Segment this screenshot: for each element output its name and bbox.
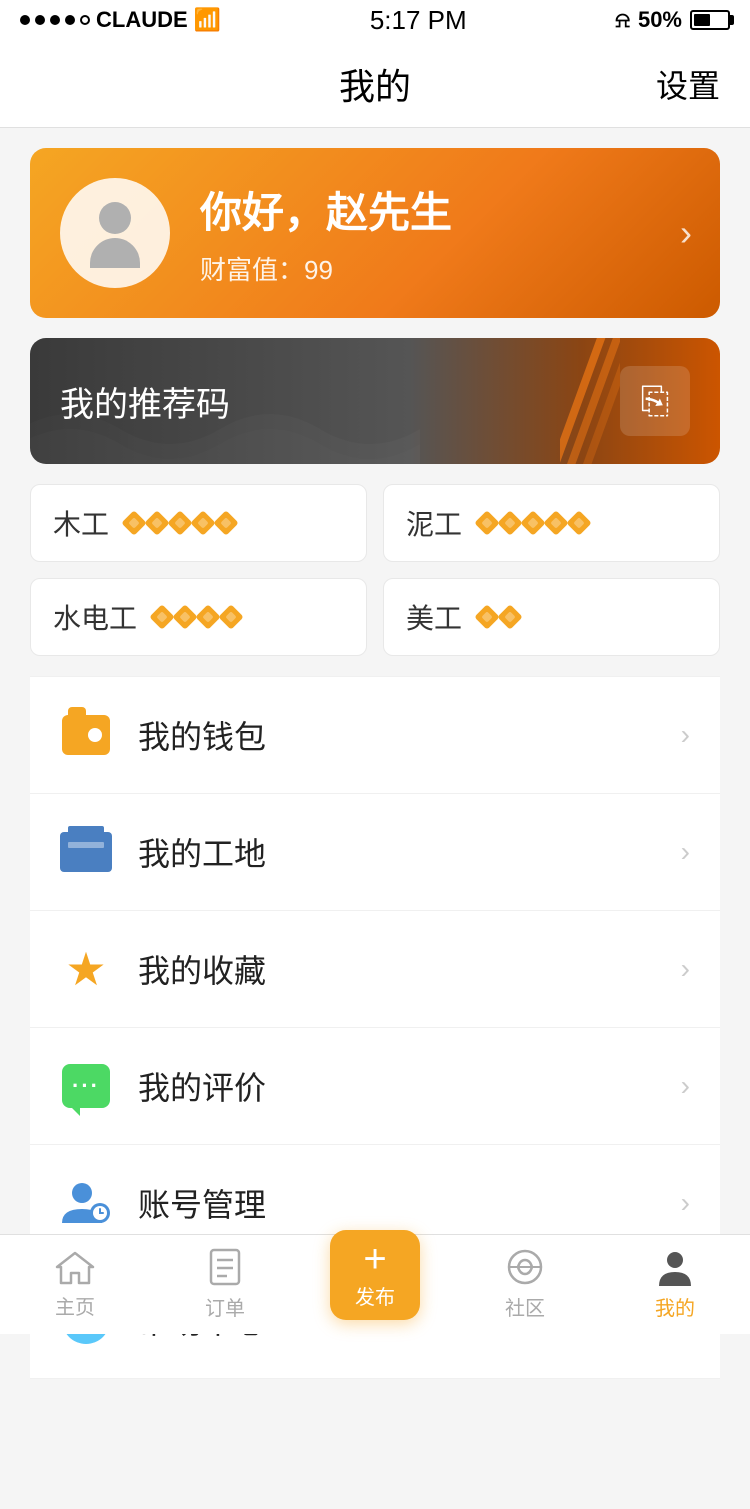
account-icon bbox=[60, 1177, 112, 1229]
diamond bbox=[497, 604, 522, 629]
status-bar: CLAUDE 📶 5:17 PM ⍾ 50% bbox=[0, 0, 750, 40]
copy-icon-box[interactable]: ⎘ bbox=[620, 366, 690, 436]
diamond bbox=[474, 604, 499, 629]
skill-rating-0 bbox=[125, 514, 235, 532]
tab-community-label: 社区 bbox=[505, 1292, 545, 1321]
mine-icon bbox=[657, 1248, 693, 1286]
community-icon bbox=[506, 1248, 544, 1286]
bluetooth-icon: ⍾ bbox=[615, 7, 630, 33]
tab-community[interactable]: 社区 bbox=[450, 1248, 600, 1321]
profile-wealth: 财富值：99 bbox=[200, 250, 690, 287]
menu-item-wallet[interactable]: 我的钱包 › bbox=[30, 676, 720, 794]
reviews-arrow-icon: › bbox=[681, 1070, 690, 1102]
diamond bbox=[543, 510, 568, 535]
tab-mine-label: 我的 bbox=[655, 1292, 695, 1321]
status-right: ⍾ 50% bbox=[615, 7, 730, 33]
settings-button[interactable]: 设置 bbox=[656, 61, 720, 107]
avatar-person bbox=[80, 198, 150, 268]
referral-card[interactable]: 我的推荐码 ⎘ bbox=[30, 338, 720, 464]
nav-bar: 我的 设置 bbox=[0, 40, 750, 128]
diamond bbox=[195, 604, 220, 629]
tab-home-label: 主页 bbox=[55, 1291, 95, 1320]
account-svg bbox=[60, 1177, 112, 1229]
chat-bubble bbox=[62, 1064, 110, 1108]
menu-label-wallet: 我的钱包 bbox=[138, 712, 681, 758]
diamond bbox=[121, 510, 146, 535]
menu-label-site: 我的工地 bbox=[138, 829, 681, 875]
diamond bbox=[190, 510, 215, 535]
skill-item-0[interactable]: 木工 bbox=[30, 484, 367, 562]
skill-rating-1 bbox=[478, 514, 588, 532]
avatar-head bbox=[99, 202, 131, 234]
avatar bbox=[60, 178, 170, 288]
star-symbol: ★ bbox=[65, 942, 106, 996]
diamond bbox=[149, 604, 174, 629]
menu-label-reviews: 我的评价 bbox=[138, 1063, 681, 1109]
diamond bbox=[144, 510, 169, 535]
menu-item-reviews[interactable]: 我的评价 › bbox=[30, 1028, 720, 1145]
diamond bbox=[172, 604, 197, 629]
signal-dots bbox=[20, 15, 90, 25]
wallet-icon bbox=[60, 709, 112, 761]
diamond bbox=[474, 510, 499, 535]
site-arrow-icon: › bbox=[681, 836, 690, 868]
menu-label-favorites: 我的收藏 bbox=[138, 946, 681, 992]
account-arrow-icon: › bbox=[681, 1187, 690, 1219]
publish-plus-icon: + bbox=[363, 1239, 386, 1279]
tab-mine[interactable]: 我的 bbox=[600, 1248, 750, 1321]
diamond bbox=[566, 510, 591, 535]
skill-rating-2 bbox=[153, 608, 240, 626]
skill-item-3[interactable]: 美工 bbox=[383, 578, 720, 656]
referral-label: 我的推荐码 bbox=[60, 377, 230, 426]
diamond bbox=[213, 510, 238, 535]
profile-arrow-icon: › bbox=[680, 212, 692, 254]
skill-rating-3 bbox=[478, 608, 519, 626]
diamond bbox=[497, 510, 522, 535]
profile-card[interactable]: 你好，赵先生 财富值：99 › bbox=[30, 148, 720, 318]
profile-name: 你好，赵先生 bbox=[200, 179, 690, 240]
avatar-body bbox=[90, 238, 140, 268]
favorites-arrow-icon: › bbox=[681, 953, 690, 985]
orders-icon bbox=[207, 1248, 243, 1286]
tab-publish[interactable]: + 发布 bbox=[300, 1250, 450, 1320]
battery-percent: 50% bbox=[638, 7, 682, 33]
menu-item-site[interactable]: 我的工地 › bbox=[30, 794, 720, 911]
skill-name-2: 水电工 bbox=[53, 597, 137, 637]
carrier-label: CLAUDE bbox=[96, 7, 188, 33]
diamond bbox=[520, 510, 545, 535]
tab-bar: 主页 订单 + 发布 社区 我的 bbox=[0, 1234, 750, 1334]
wealth-label: 财富值： bbox=[200, 255, 304, 285]
menu-label-account: 账号管理 bbox=[138, 1180, 681, 1226]
profile-info: 你好，赵先生 财富值：99 bbox=[200, 179, 690, 287]
copy-icon: ⎘ bbox=[641, 380, 670, 423]
diamond bbox=[218, 604, 243, 629]
tab-publish-label: 发布 bbox=[355, 1281, 395, 1310]
publish-button[interactable]: + 发布 bbox=[330, 1230, 420, 1320]
battery-icon bbox=[690, 10, 730, 30]
chat-icon bbox=[60, 1060, 112, 1112]
star-icon: ★ bbox=[60, 943, 112, 995]
status-time: 5:17 PM bbox=[370, 5, 467, 36]
wallet-arrow-icon: › bbox=[681, 719, 690, 751]
skills-grid: 木工 泥工 水电工 bbox=[30, 484, 720, 656]
wealth-value: 99 bbox=[304, 255, 333, 285]
skill-name-1: 泥工 bbox=[406, 503, 462, 543]
skill-item-2[interactable]: 水电工 bbox=[30, 578, 367, 656]
home-icon bbox=[55, 1249, 95, 1285]
tab-orders-label: 订单 bbox=[205, 1292, 245, 1321]
skill-name-0: 木工 bbox=[53, 503, 109, 543]
status-left: CLAUDE 📶 bbox=[20, 7, 221, 33]
tab-home[interactable]: 主页 bbox=[0, 1249, 150, 1320]
wifi-icon: 📶 bbox=[194, 7, 221, 33]
diagonal-decoration bbox=[560, 338, 620, 464]
skill-item-1[interactable]: 泥工 bbox=[383, 484, 720, 562]
tab-orders[interactable]: 订单 bbox=[150, 1248, 300, 1321]
menu-item-favorites[interactable]: ★ 我的收藏 › bbox=[30, 911, 720, 1028]
skill-name-3: 美工 bbox=[406, 597, 462, 637]
diamond bbox=[167, 510, 192, 535]
page-title: 我的 bbox=[339, 58, 411, 110]
construction-icon bbox=[60, 826, 112, 878]
